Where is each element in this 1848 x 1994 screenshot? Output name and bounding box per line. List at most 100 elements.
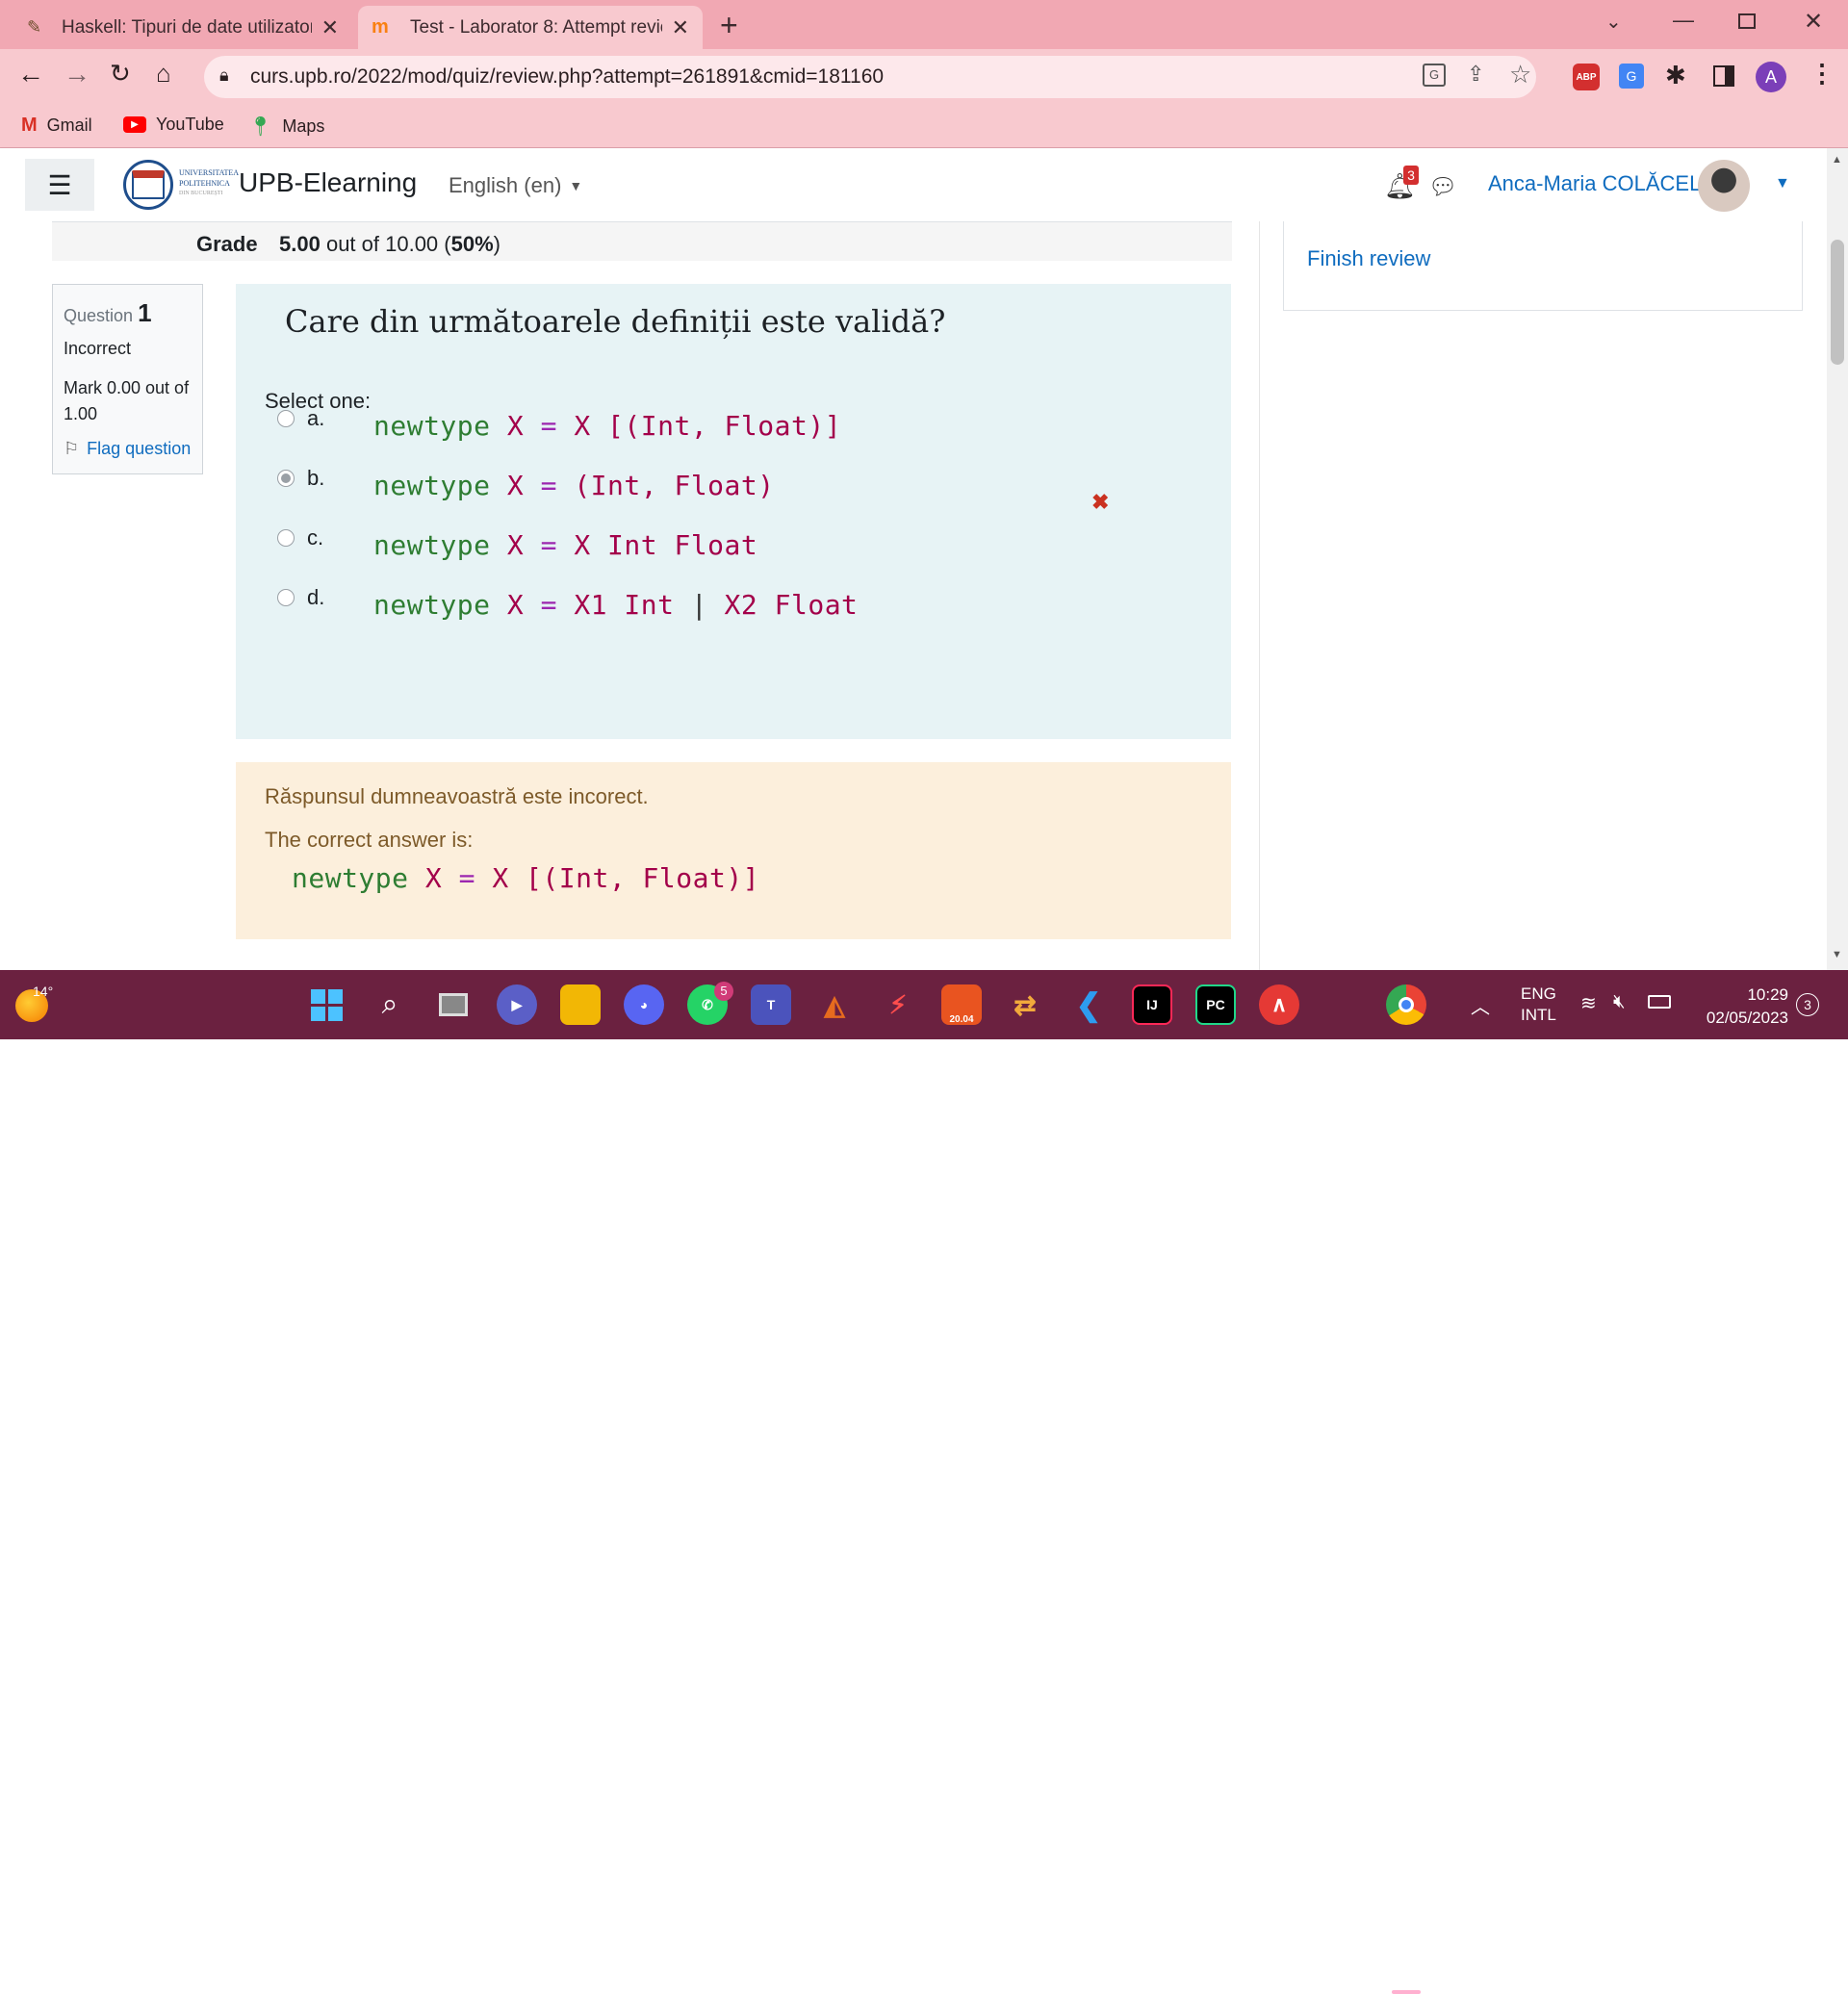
home-icon[interactable]: ⌂: [156, 59, 171, 89]
user-name[interactable]: Anca-Maria COLĂCEL: [1488, 171, 1701, 196]
teams-icon[interactable]: T: [751, 984, 791, 1025]
url-text[interactable]: curs.upb.ro/2022/mod/quiz/review.php?att…: [250, 65, 884, 89]
radio-button[interactable]: [277, 589, 295, 606]
minimize-button[interactable]: —: [1673, 8, 1694, 33]
translate-icon[interactable]: G: [1423, 64, 1446, 87]
share-icon[interactable]: ⇪: [1467, 62, 1484, 87]
feedback-box: Răspunsul dumneavoastră este incorect. T…: [236, 762, 1231, 939]
tab-haskell[interactable]: ✎ Haskell: Tipuri de date utilizator | ✕: [13, 6, 352, 49]
discord-icon[interactable]: ◕: [624, 984, 664, 1025]
flag-label: Flag question: [87, 439, 192, 458]
browser-tab-bar: ✎ Haskell: Tipuri de date utilizator | ✕…: [0, 0, 1848, 49]
forward-arrow-icon[interactable]: →: [64, 59, 90, 89]
ubuntu-wsl-icon[interactable]: 20.04: [941, 984, 982, 1025]
chrome-icon[interactable]: [1386, 984, 1426, 1025]
google-translate-extension-icon[interactable]: G: [1619, 64, 1644, 89]
scroll-down-icon[interactable]: ▼: [1832, 949, 1842, 960]
extensions-puzzle-icon[interactable]: ✱: [1665, 61, 1686, 90]
weather-temp: 14°: [33, 984, 54, 999]
speaker-muted-icon[interactable]: 🔇︎: [1613, 991, 1626, 1013]
vscode-icon[interactable]: ❮: [1068, 984, 1109, 1025]
tab-search-chevron-icon[interactable]: ⌄: [1605, 10, 1622, 34]
radio-button[interactable]: [277, 410, 295, 427]
file-explorer-icon[interactable]: [560, 984, 601, 1025]
code-token: Int: [607, 529, 658, 561]
site-name[interactable]: UPB-Elearning: [239, 167, 417, 198]
close-tab-icon[interactable]: ✕: [321, 15, 339, 40]
reload-icon[interactable]: ↻: [110, 59, 131, 89]
option-letter: a.: [307, 406, 325, 430]
answer-option[interactable]: c. newtype X = X Int Float: [236, 516, 1102, 570]
question-state: Incorrect: [64, 339, 132, 358]
drawer-toggle-button[interactable]: ☰: [25, 159, 94, 211]
tray-overflow-chevron-icon[interactable]: ︿: [1471, 991, 1490, 1019]
grade-close-paren: ): [493, 232, 500, 256]
code-token: (Int,: [574, 470, 658, 501]
code-token: [(Int,: [607, 410, 708, 442]
radio-button[interactable]: [277, 470, 295, 487]
clock[interactable]: 10:29 02/05/2023: [1692, 984, 1788, 1030]
teams-chat-icon[interactable]: ▶: [497, 984, 537, 1025]
column-divider: [1259, 221, 1260, 970]
user-menu-caret-icon[interactable]: ▼: [1775, 175, 1790, 192]
profile-initial: A: [1764, 66, 1777, 87]
matlab-icon[interactable]: ◭: [814, 984, 855, 1025]
search-icon[interactable]: ⌕: [370, 984, 410, 1025]
profile-avatar[interactable]: A: [1756, 62, 1786, 92]
bookmark-label: Gmail: [46, 115, 92, 135]
question-mark: Mark 0.00 out of 1.00: [64, 378, 190, 423]
adblock-plus-icon[interactable]: ABP: [1573, 64, 1600, 90]
arduino-app-icon[interactable]: ∧: [1259, 984, 1299, 1025]
pycharm-icon[interactable]: PC: [1195, 984, 1236, 1025]
messages-chat-icon[interactable]: 💬︎: [1428, 173, 1457, 201]
answer-option[interactable]: a. newtype X = X [(Int, Float)]: [236, 396, 1102, 450]
moodle-favicon-icon: m: [372, 16, 389, 38]
code-token: |: [690, 589, 708, 621]
input-language[interactable]: ENG INTL: [1521, 984, 1556, 1026]
clock-time: 10:29: [1747, 985, 1788, 1004]
radio-selected-dot: [281, 473, 291, 483]
whatsapp-badge: 5: [714, 982, 733, 1001]
question-content: Care din următoarele definiții este vali…: [236, 284, 1231, 739]
chrome-menu-icon[interactable]: ⋮: [1810, 59, 1835, 89]
tab-quiz-review[interactable]: m Test - Laborator 8: Attempt review ✕: [358, 6, 703, 49]
bookmark-youtube[interactable]: ▶ YouTube: [123, 115, 224, 135]
scrollbar-thumb[interactable]: [1831, 240, 1844, 365]
logo-building-icon: [132, 170, 165, 199]
answer-option[interactable]: d. newtype X = X1 Int | X2 Float: [236, 575, 1102, 629]
bookmark-gmail[interactable]: M Gmail: [21, 115, 92, 137]
flag-icon: ⚐: [64, 439, 80, 458]
notification-center-badge[interactable]: 3: [1796, 993, 1819, 1016]
user-avatar[interactable]: [1698, 160, 1750, 212]
option-code: newtype X = X1 Int | X2 Float: [373, 589, 858, 621]
wifi-icon[interactable]: ≋: [1580, 991, 1597, 1015]
answer-option[interactable]: b. newtype X = (Int, Float): [236, 456, 1102, 510]
bookmark-maps[interactable]: 📍︎ Maps: [248, 115, 324, 139]
tab-title: Test - Laborator 8: Attempt review: [410, 16, 662, 38]
network-tool-icon[interactable]: ⇄: [1005, 984, 1045, 1025]
finish-review-link[interactable]: Finish review: [1307, 246, 1430, 271]
bookmark-star-icon[interactable]: ☆: [1509, 60, 1531, 89]
address-bar[interactable]: 🔒︎ curs.upb.ro/2022/mod/quiz/review.php?…: [204, 56, 1536, 98]
option-letter: d.: [307, 585, 325, 609]
restore-button[interactable]: [1738, 13, 1756, 29]
code-token: newtype: [373, 589, 491, 621]
radio-button[interactable]: [277, 529, 295, 547]
back-arrow-icon[interactable]: ←: [17, 59, 44, 89]
scroll-up-icon[interactable]: ▲: [1832, 154, 1842, 166]
close-tab-icon[interactable]: ✕: [672, 15, 689, 40]
page-scrollbar[interactable]: ▲ ▼: [1827, 148, 1848, 970]
side-panel-icon[interactable]: [1713, 65, 1734, 87]
university-logo[interactable]: [123, 160, 173, 210]
battery-icon[interactable]: [1648, 995, 1671, 1009]
close-window-button[interactable]: ✕: [1804, 8, 1823, 36]
flag-question-link[interactable]: ⚐ Flag question: [64, 439, 191, 459]
language-label: English (en): [449, 173, 562, 197]
windows-start-icon[interactable]: [306, 984, 346, 1025]
task-view-icon[interactable]: [433, 984, 474, 1025]
new-tab-button[interactable]: +: [720, 8, 738, 43]
intellij-icon[interactable]: IJ: [1132, 984, 1172, 1025]
language-menu[interactable]: English (en) ▼: [449, 173, 582, 198]
git-app-icon[interactable]: ⚡︎: [878, 984, 918, 1025]
code-token: X2: [724, 589, 758, 621]
